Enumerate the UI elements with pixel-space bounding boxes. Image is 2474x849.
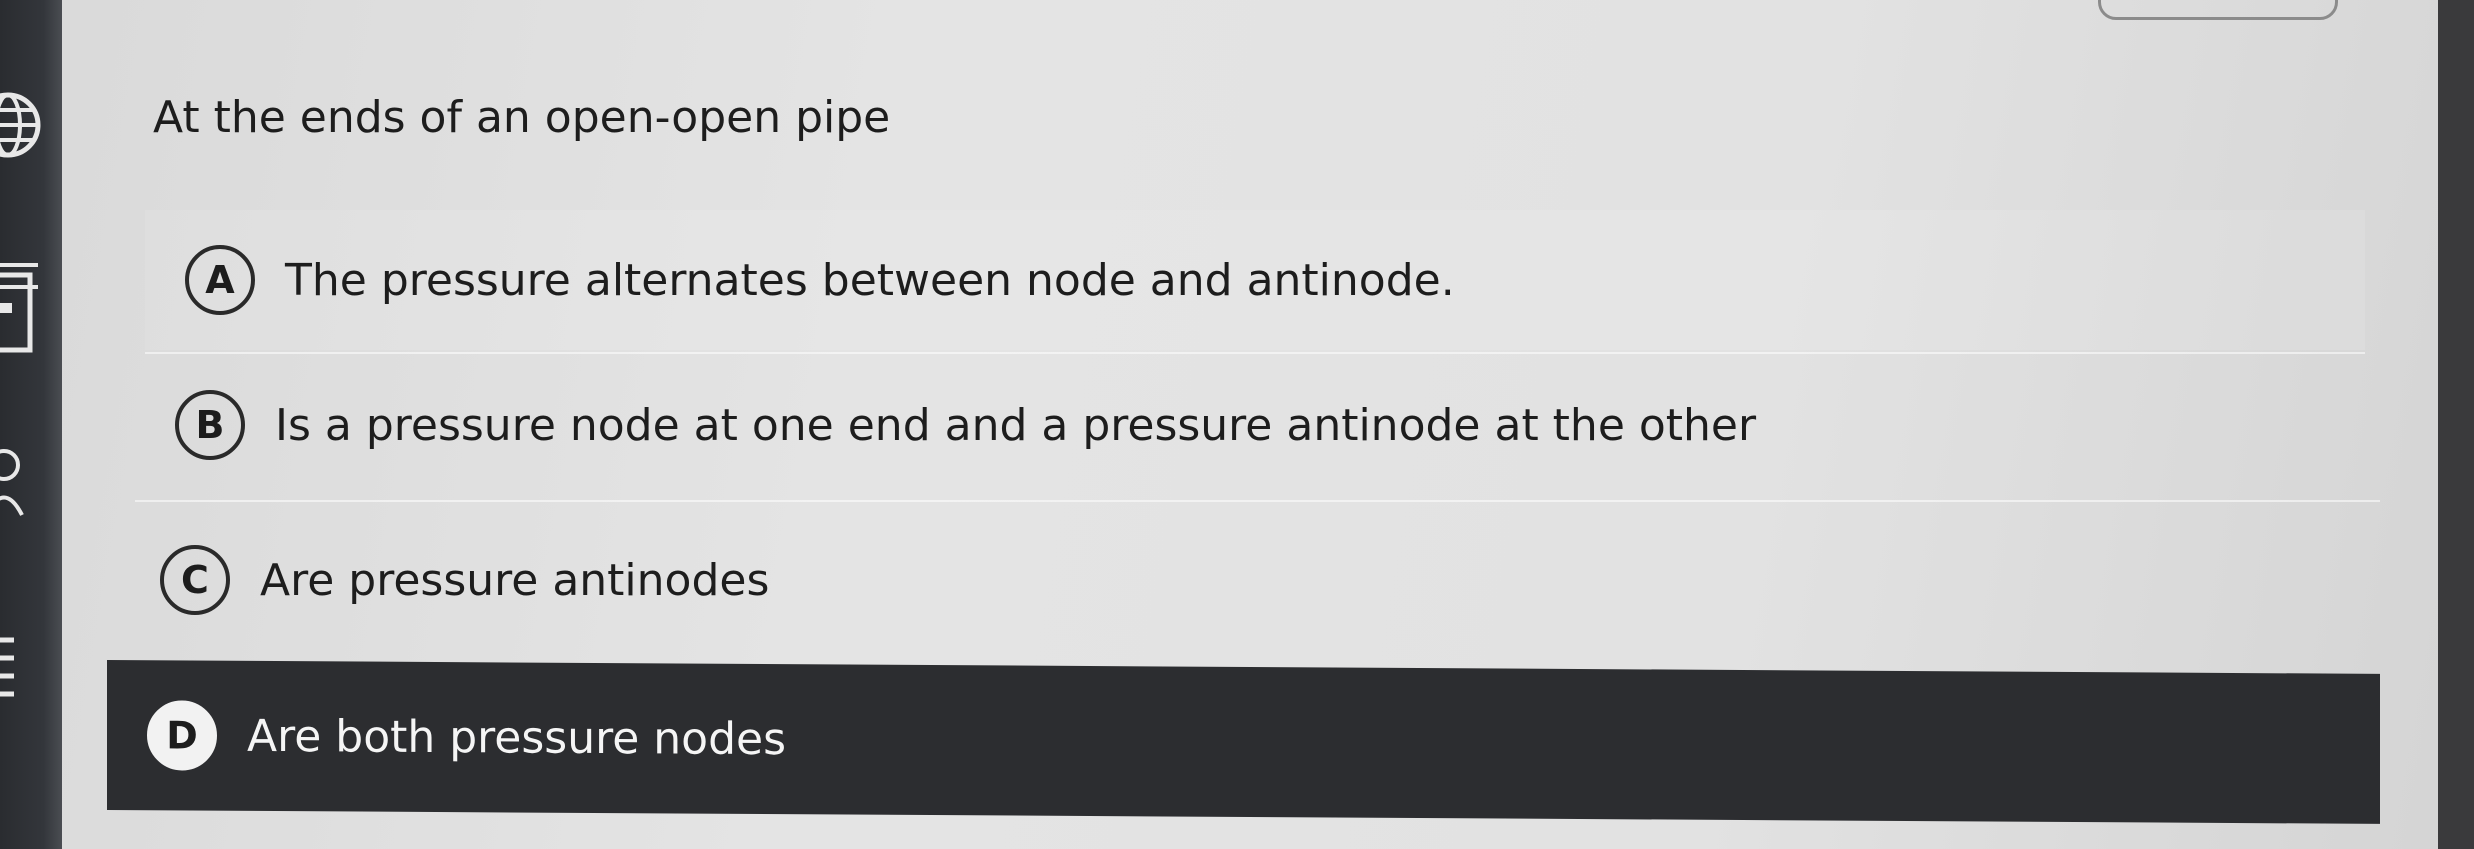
list-icon[interactable] [0,630,62,710]
option-a-letter-badge: A [185,245,255,315]
option-d-letter-badge: D [147,700,217,771]
option-b-letter-badge: B [175,390,245,460]
option-d-text: Are both pressure nodes [247,710,787,765]
divider [135,500,2380,502]
people-icon[interactable] [0,440,62,530]
question-text: At the ends of an open-open pipe [153,92,891,143]
left-side-rail [0,0,62,849]
globe-icon[interactable] [0,80,62,170]
option-c-letter-badge: C [160,545,230,615]
option-c-text: Are pressure antinodes [260,554,770,606]
right-edge-strip [2438,0,2474,849]
option-c[interactable]: C Are pressure antinodes [125,510,2395,650]
option-a[interactable]: A The pressure alternates between node a… [145,210,2365,350]
option-b-text: Is a pressure node at one end and a pres… [275,399,1757,451]
document-icon[interactable] [0,255,62,365]
option-b[interactable]: B Is a pressure node at one end and a pr… [135,355,2380,495]
option-d-selected[interactable]: D Are both pressure nodes [107,660,2380,824]
top-right-button[interactable] [2098,0,2338,20]
divider [145,352,2365,354]
option-a-text: The pressure alternates between node and… [285,254,1455,306]
